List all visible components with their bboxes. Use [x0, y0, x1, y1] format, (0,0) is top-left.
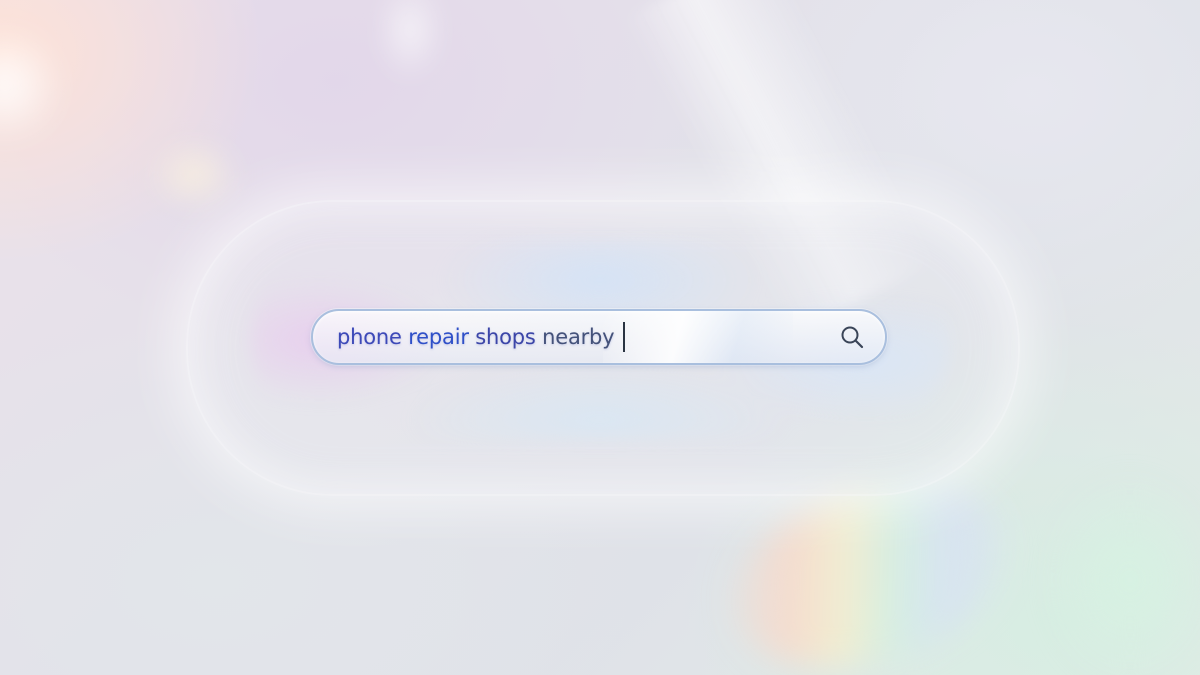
glass-gloss: [603, 311, 793, 363]
light-flare: [0, 30, 70, 140]
search-icon: [841, 326, 864, 349]
light-flare: [150, 140, 240, 210]
query-word: phone: [337, 325, 402, 349]
light-flare: [380, 0, 440, 80]
search-bar[interactable]: phone repair shops nearby: [311, 309, 887, 365]
text-cursor: [623, 322, 626, 352]
search-button[interactable]: [837, 322, 867, 352]
prism-light: [1040, 470, 1200, 675]
query-word: repair: [408, 325, 469, 349]
query-word: nearby: [542, 325, 615, 349]
search-input[interactable]: phone repair shops nearby: [337, 311, 626, 363]
query-word: shops: [475, 325, 536, 349]
